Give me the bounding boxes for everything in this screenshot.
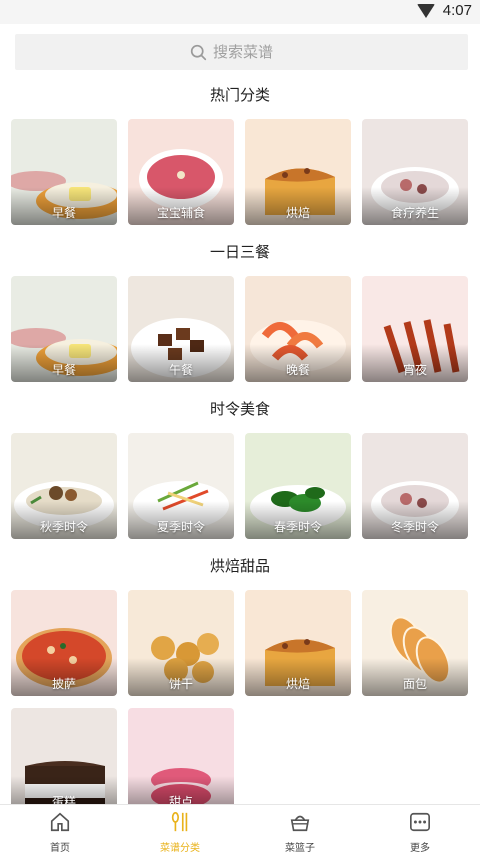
category-tile[interactable]: 面包 <box>362 590 468 696</box>
tab-label: 菜谱分类 <box>160 843 200 854</box>
category-tile[interactable]: 春季时令 <box>245 433 351 539</box>
category-label: 烘焙 <box>285 677 310 691</box>
section-title: 一日三餐 <box>209 243 270 261</box>
category-label: 饼干 <box>168 677 193 691</box>
category-label: 食疗养生 <box>390 206 439 220</box>
category-label: 晚餐 <box>285 363 310 377</box>
section-title: 时令美食 <box>209 400 270 418</box>
search-bar[interactable] <box>15 34 468 70</box>
basket-icon <box>289 811 311 837</box>
category-grid: 披萨 饼干 烘焙 面包蛋糕 甜点 <box>0 590 480 804</box>
category-label: 披萨 <box>51 677 76 691</box>
category-label: 蛋糕 <box>51 795 76 804</box>
category-label: 夏季时令 <box>156 520 205 534</box>
tab-label: 更多 <box>410 843 430 854</box>
category-tile[interactable]: 早餐 <box>11 119 117 225</box>
category-label: 秋季时令 <box>39 520 88 534</box>
category-tile[interactable]: 晚餐 <box>245 276 351 382</box>
category-label: 春季时令 <box>273 520 322 534</box>
category-label: 烘焙 <box>285 206 310 220</box>
category-tile[interactable]: 宝宝辅食 <box>128 119 234 225</box>
category-tile[interactable]: 夏季时令 <box>128 433 234 539</box>
category-grid: 早餐 午餐 晚餐 宵夜 <box>0 276 480 382</box>
category-label: 早餐 <box>51 206 76 220</box>
tab-home[interactable]: 首页 <box>0 805 120 854</box>
category-tile[interactable]: 秋季时令 <box>11 433 117 539</box>
bottom-tab-bar: 首页 菜谱分类 菜篮子 更多 <box>0 804 480 854</box>
section-title: 烘焙甜品 <box>209 557 270 575</box>
category-tile[interactable]: 披萨 <box>11 590 117 696</box>
tab-label: 首页 <box>50 843 70 854</box>
category-tile[interactable]: 午餐 <box>128 276 234 382</box>
section-title: 热门分类 <box>209 86 270 104</box>
category-label: 面包 <box>402 677 427 691</box>
category-tile[interactable]: 烘焙 <box>245 590 351 696</box>
category-list[interactable]: 热门分类 早餐 宝宝辅食 烘焙 食疗养生 一日三餐 早餐 午餐 晚餐 宵夜 时令美食 秋季时令 夏季时令… <box>0 78 480 804</box>
search-input[interactable] <box>213 43 293 61</box>
status-time: 4:07 <box>442 2 472 19</box>
utensils-icon <box>169 811 191 837</box>
category-label: 早餐 <box>51 363 76 377</box>
category-grid: 早餐 宝宝辅食 烘焙 食疗养生 <box>0 119 480 225</box>
category-tile[interactable]: 早餐 <box>11 276 117 382</box>
category-tile[interactable]: 烘焙 <box>245 119 351 225</box>
search-icon <box>190 44 207 60</box>
category-tile[interactable]: 宵夜 <box>362 276 468 382</box>
status-bar: 4:07 <box>0 0 480 24</box>
category-grid: 秋季时令 夏季时令 春季时令 冬季时令 <box>0 433 480 539</box>
category-tile[interactable]: 饼干 <box>128 590 234 696</box>
category-tile[interactable]: 食疗养生 <box>362 119 468 225</box>
category-label: 宝宝辅食 <box>156 206 205 220</box>
category-tile[interactable]: 甜点 <box>128 708 234 804</box>
category-label: 午餐 <box>168 363 193 377</box>
tab-recipe-categories[interactable]: 菜谱分类 <box>120 805 240 854</box>
category-label: 甜点 <box>168 795 193 804</box>
category-tile[interactable]: 冬季时令 <box>362 433 468 539</box>
wifi-icon <box>416 3 435 18</box>
category-label: 冬季时令 <box>390 520 439 534</box>
category-tile[interactable]: 蛋糕 <box>11 708 117 804</box>
category-label: 宵夜 <box>402 363 427 377</box>
more-icon <box>409 811 431 837</box>
home-icon <box>49 811 71 837</box>
tab-basket[interactable]: 菜篮子 <box>240 805 360 854</box>
tab-more[interactable]: 更多 <box>360 805 480 854</box>
tab-label: 菜篮子 <box>285 843 315 854</box>
